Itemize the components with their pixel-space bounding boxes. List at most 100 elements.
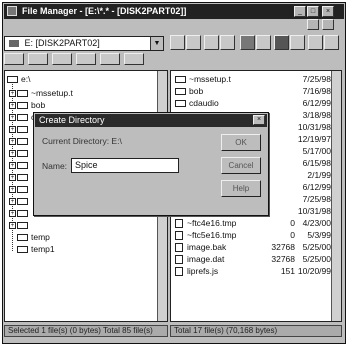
file-date: 7/25/98	[302, 194, 331, 204]
drive-c-icon[interactable]	[28, 53, 48, 65]
expand-icon[interactable]: +	[9, 138, 16, 146]
folder-icon	[17, 234, 28, 242]
small-icons-icon[interactable]	[256, 35, 271, 50]
folder-icon	[17, 138, 28, 146]
file-date: 10/31/98	[297, 206, 331, 216]
drive-a-icon[interactable]	[4, 53, 24, 65]
system-menu-icon[interactable]	[7, 6, 17, 16]
expand-icon[interactable]: +	[9, 162, 16, 170]
name-label: Name:	[42, 161, 68, 171]
directory-name-input[interactable]: Spice	[71, 158, 179, 173]
list-view-icon[interactable]	[274, 35, 289, 50]
file-date: 4/23/00	[302, 218, 331, 228]
tree-item[interactable]: +	[9, 207, 31, 219]
chevron-down-icon[interactable]: ▼	[150, 37, 163, 50]
sort-by-name-icon[interactable]	[308, 35, 323, 50]
expand-icon[interactable]: +	[9, 150, 16, 158]
close-button[interactable]: ×	[322, 6, 334, 17]
current-directory-label: Current Directory: E:\	[42, 136, 122, 146]
minimize-button[interactable]: _	[294, 6, 306, 17]
list-item[interactable]: ~ftc4e16.tmp 0 4/23/00	[171, 217, 331, 229]
file-date: 6/12/99	[302, 98, 331, 108]
dialog-close-button[interactable]: ×	[253, 115, 265, 125]
create-directory-dialog: Create Directory × Current Directory: E:…	[33, 112, 269, 216]
tree-item[interactable]: temp1	[9, 243, 55, 255]
folder-icon	[17, 150, 28, 158]
tree-item[interactable]: +	[9, 147, 31, 159]
tree-item[interactable]: +	[9, 195, 31, 207]
expand-icon[interactable]: +	[9, 114, 16, 122]
file-name: bob	[189, 86, 204, 96]
list-item[interactable]: ~mssetup.t 7/25/98	[171, 73, 331, 85]
dialog-title-bar[interactable]: Create Directory ×	[35, 114, 267, 127]
drive-e-icon[interactable]	[76, 53, 96, 65]
list-item[interactable]: cdaudio 6/12/99	[171, 97, 331, 109]
title-bar[interactable]: File Manager - [E:\*.* - [DISK2PART02]] …	[4, 4, 344, 19]
file-name: ~mssetup.t	[189, 74, 231, 84]
file-size: 0	[290, 230, 295, 240]
folder-icon	[17, 162, 28, 170]
drive-f-icon[interactable]	[100, 53, 120, 65]
expand-icon[interactable]: +	[9, 186, 16, 194]
file-size: 151	[280, 266, 295, 276]
ok-button[interactable]: OK	[221, 134, 261, 151]
folder-icon	[17, 102, 28, 110]
maximize-button[interactable]: □	[307, 6, 319, 17]
folder-open-icon	[7, 76, 18, 84]
file-icon	[175, 255, 183, 265]
file-name: cdaudio	[189, 98, 219, 108]
tree-item-label: temp	[31, 232, 50, 242]
tree-item[interactable]: +	[9, 159, 31, 171]
file-list-scrollbar[interactable]	[331, 71, 341, 321]
doc-close-button[interactable]	[322, 19, 334, 30]
tree-item[interactable]: +	[9, 123, 31, 135]
disconnect-drive-icon[interactable]	[186, 35, 201, 50]
expand-icon[interactable]: +	[9, 222, 16, 230]
drive-d-icon[interactable]	[52, 53, 72, 65]
drive-bar	[4, 53, 340, 67]
tree-item[interactable]: +	[9, 171, 31, 183]
tree-item[interactable]: temp	[9, 231, 50, 243]
expand-icon[interactable]: +	[9, 90, 16, 98]
list-item[interactable]: image.bak 32768 5/25/00	[171, 241, 331, 253]
file-name: image.bak	[187, 242, 227, 252]
file-date: 6/12/99	[302, 182, 331, 192]
expand-icon[interactable]: +	[9, 126, 16, 134]
sort-by-date-icon[interactable]	[324, 35, 339, 50]
tree-root[interactable]: e:\	[7, 73, 30, 85]
file-size: 32768	[271, 254, 295, 264]
stop-sharing-icon[interactable]	[220, 35, 235, 50]
expand-icon[interactable]: +	[9, 210, 16, 218]
folder-icon	[17, 222, 28, 230]
file-icon	[175, 243, 183, 253]
expand-icon[interactable]: +	[9, 102, 16, 110]
tree-item[interactable]: +	[9, 183, 31, 195]
file-date: 3/18/98	[302, 110, 331, 120]
drive-selector[interactable]: E: [DISK2PART02] ▼	[4, 36, 164, 51]
doc-restore-button[interactable]	[307, 19, 319, 30]
tree-item-label: bob	[31, 100, 46, 110]
drive-label: E: [DISK2PART02]	[24, 38, 100, 48]
tree-item[interactable]: + ~mssetup.t	[9, 87, 73, 99]
details-view-icon[interactable]	[290, 35, 305, 50]
tree-item[interactable]: +	[9, 219, 31, 231]
list-item[interactable]: ~ftc5e16.tmp 0 5/3/99	[171, 229, 331, 241]
file-size: 0	[290, 218, 295, 228]
tree-item[interactable]: +	[9, 135, 31, 147]
share-icon[interactable]	[204, 35, 219, 50]
expand-icon[interactable]: +	[9, 174, 16, 182]
large-icons-icon[interactable]	[240, 35, 255, 50]
list-item[interactable]: image.dat 32768 5/25/00	[171, 253, 331, 265]
tree-item[interactable]: + bob	[9, 99, 45, 111]
status-left: Selected 1 file(s) (0 bytes) Total 85 fi…	[4, 325, 168, 337]
list-item[interactable]: bob 7/16/98	[171, 85, 331, 97]
drive-g-icon[interactable]	[124, 53, 144, 65]
expand-icon[interactable]: +	[9, 198, 16, 206]
list-item[interactable]: liprefs.js 151 10/20/99	[171, 265, 331, 277]
cancel-button[interactable]: Cancel	[221, 157, 261, 174]
folder-icon	[175, 88, 186, 96]
drive-icon	[9, 40, 19, 48]
connect-drive-icon[interactable]	[170, 35, 185, 50]
help-button[interactable]: Help	[221, 180, 261, 197]
folder-icon	[17, 90, 28, 98]
